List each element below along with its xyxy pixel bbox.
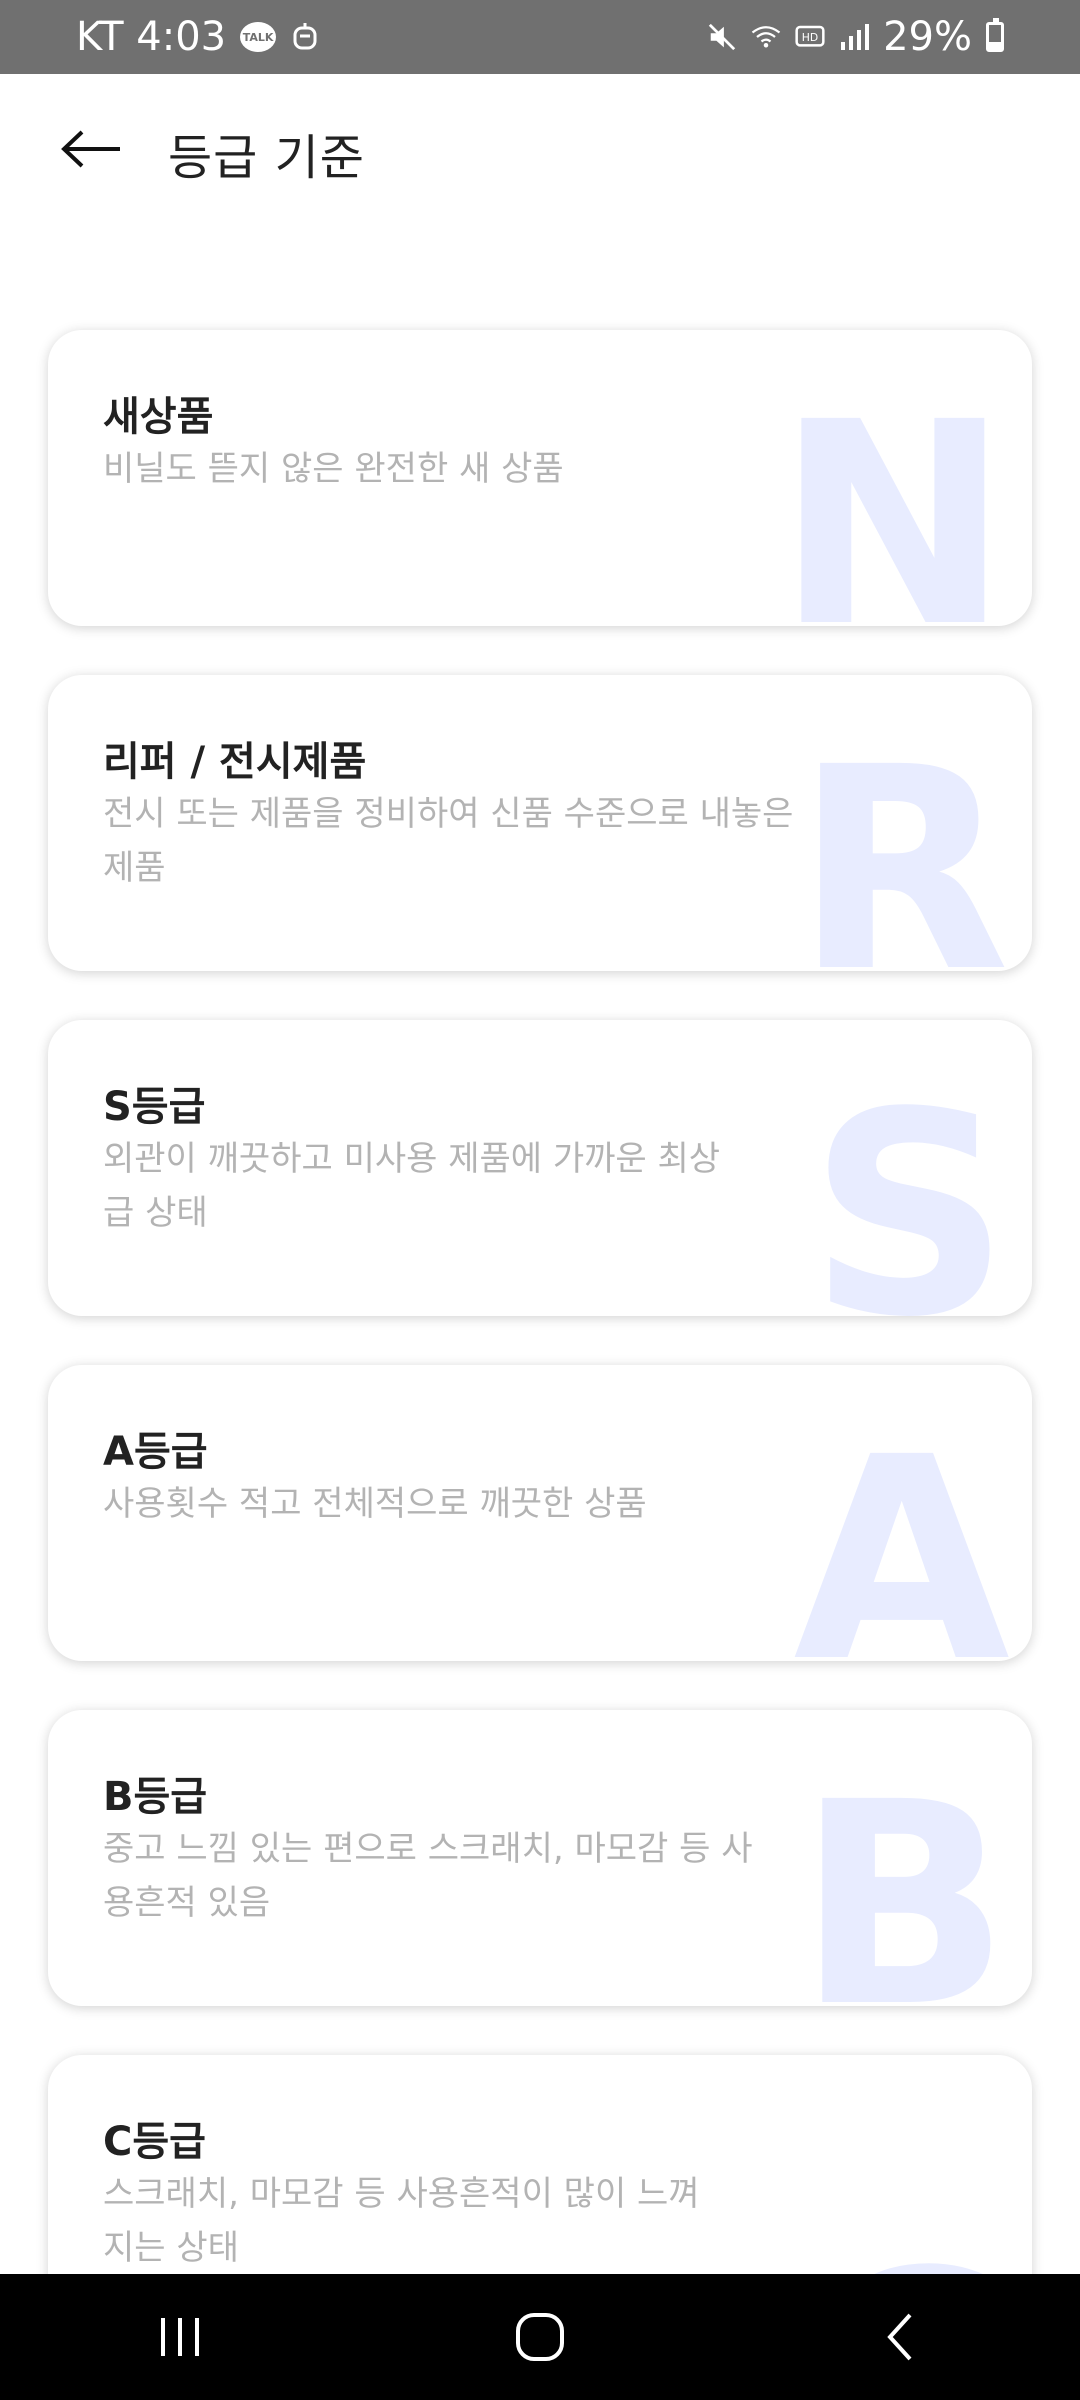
talk-label: TALK xyxy=(242,30,274,44)
chevron-left-icon xyxy=(887,2313,912,2361)
grade-card-b[interactable]: B B등급 중고 느낌 있는 편으로 스크래치, 마모감 등 사용흔적 있음 xyxy=(48,1710,1032,2006)
notification-icon xyxy=(290,22,320,52)
grade-card-new[interactable]: N 새상품 비닐도 뜯지 않은 완전한 새 상품 xyxy=(48,330,1032,626)
grade-letter-watermark: B xyxy=(796,1743,1010,2006)
recents-icon xyxy=(161,2318,199,2356)
grade-title: 새상품 xyxy=(103,394,214,440)
signal-icon xyxy=(839,22,870,52)
kakaotalk-icon: TALK xyxy=(240,22,277,52)
grade-description: 비닐도 뜯지 않은 완전한 새 상품 xyxy=(103,449,564,489)
grade-letter-watermark: R xyxy=(794,708,1010,971)
svg-text:HD: HD xyxy=(802,31,818,44)
hd-voice-icon: HD xyxy=(795,22,825,52)
grade-title: C등급 xyxy=(103,2119,206,2165)
battery-icon xyxy=(986,18,1004,52)
home-button[interactable] xyxy=(480,2292,600,2382)
status-bar: KT 4:03 TALK HD 29% xyxy=(0,0,1080,74)
page-title: 등급 기준 xyxy=(168,130,365,186)
grade-letter-watermark: S xyxy=(808,1053,1010,1316)
status-right: HD 29% xyxy=(707,14,1004,60)
grade-card-a[interactable]: A A등급 사용횟수 적고 전체적으로 깨끗한 상품 xyxy=(48,1365,1032,1661)
grade-description: 전시 또는 제품을 정비하여 신품 수준으로 내놓은 제품 xyxy=(103,794,794,888)
grade-letter-watermark: N xyxy=(775,363,1010,626)
navigation-bar xyxy=(0,2274,1080,2400)
grade-title: S등급 xyxy=(103,1084,206,1130)
grade-description: 중고 느낌 있는 편으로 스크래치, 마모감 등 사용흔적 있음 xyxy=(103,1829,753,1923)
mute-icon xyxy=(707,22,737,52)
grade-card-refurb[interactable]: R 리퍼 / 전시제품 전시 또는 제품을 정비하여 신품 수준으로 내놓은 제… xyxy=(48,675,1032,971)
back-button[interactable] xyxy=(56,124,128,174)
arrow-left-icon xyxy=(61,130,120,168)
recents-button[interactable] xyxy=(120,2292,240,2382)
grade-description: 외관이 깨끗하고 미사용 제품에 가까운 최상급 상태 xyxy=(103,1139,721,1233)
grade-card-s[interactable]: S S등급 외관이 깨끗하고 미사용 제품에 가까운 최상급 상태 xyxy=(48,1020,1032,1316)
grade-description: 사용횟수 적고 전체적으로 깨끗한 상품 xyxy=(103,1484,647,1524)
grade-title: B등급 xyxy=(103,1774,208,1820)
grade-description: 스크래치, 마모감 등 사용흔적이 많이 느껴지는 상태 xyxy=(103,2174,700,2268)
battery-percent: 29% xyxy=(883,14,972,60)
grade-title: 리퍼 / 전시제품 xyxy=(103,739,367,785)
home-icon xyxy=(516,2313,564,2361)
status-left: KT 4:03 TALK xyxy=(76,14,320,60)
app-bar: 등급 기준 xyxy=(0,74,1080,224)
carrier-time: KT 4:03 xyxy=(76,14,227,60)
grade-letter-watermark: A xyxy=(793,1398,1010,1661)
grade-title: A등급 xyxy=(103,1429,208,1475)
nav-back-button[interactable] xyxy=(840,2292,960,2382)
wifi-icon xyxy=(751,22,781,52)
